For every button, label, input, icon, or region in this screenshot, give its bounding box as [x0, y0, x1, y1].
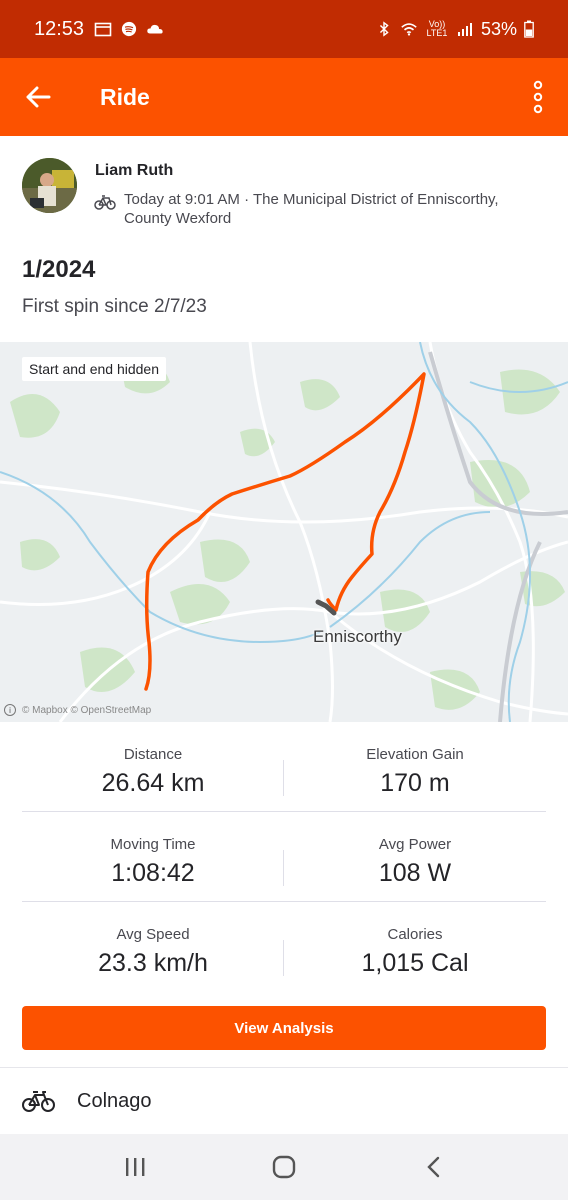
signal-icon	[457, 23, 472, 36]
stat-moving-time: Moving Time 1:08:42	[22, 812, 284, 902]
stat-label: Moving Time	[110, 836, 196, 853]
status-bar: 12:53 Vo)) LTE1 53%	[0, 0, 568, 58]
bike-icon	[22, 1091, 55, 1112]
bluetooth-icon	[379, 21, 389, 37]
stats-row: Avg Speed 23.3 km/h Calories 1,015 Cal	[22, 902, 546, 992]
stat-value: 108 W	[378, 859, 452, 887]
stat-label: Elevation Gain	[366, 746, 464, 763]
recent-apps-icon	[125, 1158, 145, 1176]
town-label: Enniscorthy	[313, 627, 402, 646]
gear-row[interactable]: Colnago	[0, 1068, 568, 1134]
activity-meta: Today at 9:01 AM · The Municipal Distric…	[124, 191, 499, 227]
home-icon	[272, 1155, 296, 1179]
battery-icon	[524, 20, 534, 38]
stat-value: 23.3 km/h	[98, 949, 208, 977]
stat-calories: Calories 1,015 Cal	[284, 902, 546, 992]
stat-avg-speed: Avg Speed 23.3 km/h	[22, 902, 284, 992]
spotify-icon	[121, 21, 137, 37]
arrow-left-icon	[26, 86, 51, 108]
app-bar: Ride	[0, 58, 568, 136]
stat-value: 170 m	[380, 769, 450, 797]
system-nav-bar	[0, 1134, 568, 1200]
battery-level: 53%	[480, 18, 517, 39]
page-title: Ride	[100, 83, 150, 110]
stat-distance: Distance 26.64 km	[22, 722, 284, 812]
activity-description: First spin since 2/7/23	[22, 296, 207, 317]
activity-header: Liam Ruth Today at 9:01 AM · The Municip…	[0, 136, 568, 342]
map-attribution[interactable]: i © Mapbox © OpenStreetMap	[4, 704, 151, 716]
stat-label: Distance	[123, 746, 183, 763]
stat-avg-power: Avg Power 108 W	[284, 812, 546, 902]
stat-elevation-gain: Elevation Gain 170 m	[284, 722, 546, 812]
chevron-left-icon	[427, 1156, 440, 1178]
info-icon[interactable]: i	[4, 704, 16, 716]
status-time: 12:53	[34, 17, 85, 40]
stat-value: 1,015 Cal	[361, 949, 469, 977]
cloud-icon	[147, 24, 163, 34]
view-analysis-button[interactable]: View Analysis	[22, 1006, 546, 1050]
stats-row: Moving Time 1:08:42 Avg Power 108 W	[22, 812, 546, 902]
more-vertical-icon	[533, 80, 543, 114]
stat-label: Avg Speed	[116, 926, 190, 943]
stats-grid: Distance 26.64 km Elevation Gain 170 m M…	[22, 722, 546, 992]
privacy-label: Start and end hidden	[22, 357, 166, 381]
recent-apps-button[interactable]	[105, 1142, 165, 1192]
athlete-name[interactable]: Liam Ruth	[95, 162, 173, 180]
activity-title: 1/2024	[22, 256, 96, 283]
calendar-icon	[94, 22, 112, 37]
wifi-icon	[401, 23, 417, 36]
map-canvas	[0, 342, 568, 722]
stat-value: 26.64 km	[101, 769, 205, 797]
bike-icon	[94, 195, 116, 210]
network-label: Vo)) LTE1	[426, 19, 448, 38]
stat-label: Calories	[387, 926, 443, 943]
avatar-photo	[22, 158, 77, 213]
more-options-button[interactable]	[508, 58, 568, 136]
attribution-text: © Mapbox © OpenStreetMap	[22, 704, 152, 716]
route-map[interactable]: Start and end hidden Enniscorthy i © Map…	[0, 342, 568, 722]
avatar[interactable]	[22, 158, 77, 213]
stats-row: Distance 26.64 km Elevation Gain 170 m	[22, 722, 546, 812]
notification-icons	[94, 21, 164, 37]
stat-label: Avg Power	[378, 836, 452, 853]
back-button[interactable]	[0, 58, 76, 136]
system-back-button[interactable]	[403, 1142, 463, 1192]
home-button[interactable]	[254, 1142, 314, 1192]
gear-name: Colnago	[77, 1089, 152, 1112]
system-status: Vo)) LTE1 53%	[375, 19, 534, 40]
stat-value: 1:08:42	[111, 859, 195, 887]
